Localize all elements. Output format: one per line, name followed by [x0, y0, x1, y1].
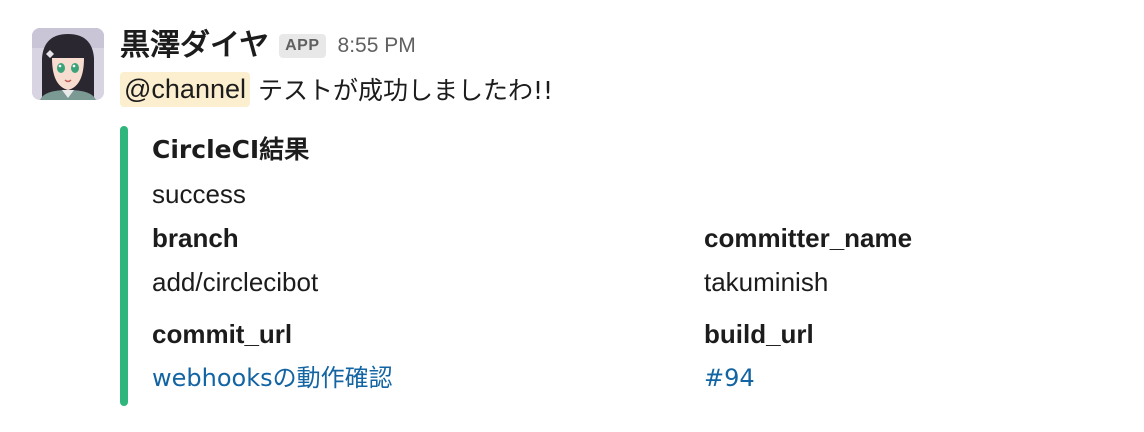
- build-url-link[interactable]: #94: [704, 360, 1144, 396]
- message-timestamp[interactable]: 8:55 PM: [338, 26, 416, 66]
- field-value: takuminish: [704, 267, 829, 297]
- message-header: 黒澤ダイヤ APP 8:55 PM: [120, 26, 416, 66]
- field-commit-url: commit_url webhooksの動作確認: [152, 316, 672, 396]
- field-build-url: build_url #94: [704, 316, 1144, 396]
- attachment-text: success: [152, 179, 246, 209]
- attachment-color-bar: [120, 126, 128, 406]
- message-body: @channel テストが成功しましたわ!!: [120, 69, 553, 109]
- field-title: committer_name: [704, 223, 913, 253]
- channel-mention[interactable]: @channel: [120, 71, 250, 107]
- field-value: add/circlecibot: [152, 267, 319, 297]
- field-title: build_url: [704, 319, 814, 349]
- sender-name[interactable]: 黒澤ダイヤ: [120, 26, 269, 66]
- commit-url-link[interactable]: webhooksの動作確認: [152, 360, 672, 396]
- field-committer-name: committer_name takuminish: [704, 220, 1144, 300]
- avatar-image: [32, 28, 104, 100]
- field-branch: branch add/circlecibot: [152, 220, 672, 300]
- attachment-title: CircleCI結果: [152, 135, 310, 164]
- field-title: branch: [152, 223, 239, 253]
- message-text: テストが成功しましたわ!!: [258, 76, 554, 105]
- field-title: commit_url: [152, 319, 293, 349]
- app-badge: APP: [279, 34, 326, 58]
- avatar[interactable]: [32, 28, 104, 100]
